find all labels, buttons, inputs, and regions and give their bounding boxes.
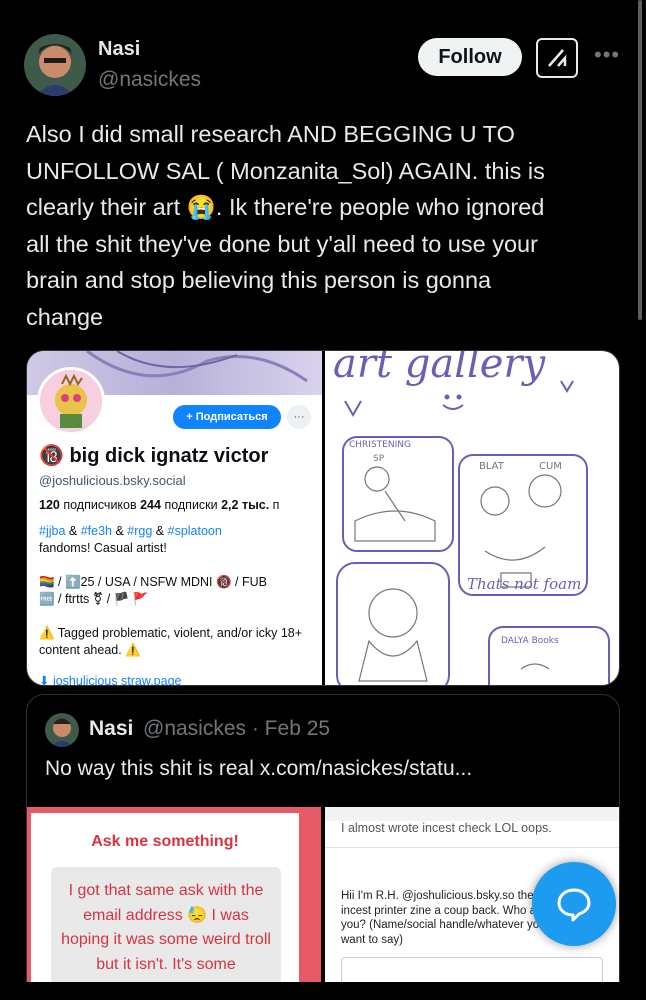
profile-stats: 120 подписчиков 244 подписки 2,2 тыс. п (39, 498, 279, 512)
quote-author-name: Nasi (89, 717, 134, 740)
incest-header (325, 807, 619, 821)
author-avatar[interactable] (24, 34, 86, 96)
comic-label-blat: BLAT (479, 461, 505, 472)
scrollbar[interactable] (638, 0, 642, 320)
ask-title: Ask me something! (91, 833, 239, 850)
media-image-bsky-profile[interactable]: + Подписаться ··· 🔞 big dick ignatz vict… (27, 351, 322, 685)
comic-label-christening: CHRISTENING (349, 440, 411, 450)
followers-label: подписчиков (59, 498, 141, 512)
incest-note: I almost wrote incest check LOL oops. (341, 821, 552, 835)
chat-bubble-icon[interactable] (532, 862, 616, 946)
following-label: подписки (160, 498, 222, 512)
profile-display-name: 🔞 big dick ignatz victor (39, 445, 269, 467)
media-grid[interactable]: + Подписаться ··· 🔞 big dick ignatz vict… (26, 350, 620, 686)
comic-drawing: CHRISTENING SP BLAT CUM Thats not foam D… (336, 380, 610, 685)
author-handle[interactable]: @nasickes (98, 68, 201, 92)
quote-author-handle-date: @nasickes · Feb 25 (143, 717, 331, 740)
profile-more-icon[interactable]: ··· (287, 405, 311, 429)
comic-label-sp: SP (373, 454, 385, 464)
more-horizontal-icon[interactable]: ••• (594, 42, 620, 68)
comic-caption: Thats not foam (467, 575, 581, 593)
profile-bio: #jjba & #fe3h & #rgg & #splatoon fandoms… (39, 523, 315, 659)
bio-amp: & (65, 524, 81, 538)
profile-avatar (37, 367, 105, 435)
ask-card: Ask me something! I got that same ask wi… (31, 813, 299, 1000)
bio-amp: & (112, 524, 128, 538)
bio-tag-jjba: #jjba (39, 524, 66, 538)
bio-line-3: 🏳️‍🌈 / ⬆️25 / USA / NSFW MDNI 🔞 / FUB (39, 575, 267, 589)
followers-count: 120 (39, 498, 60, 512)
posts-label: п (269, 498, 280, 512)
grok-icon[interactable] (536, 38, 578, 78)
bio-amp: & (152, 524, 168, 538)
bio-line-5: ⚠️ Tagged problematic, violent, and/or i… (39, 626, 303, 657)
following-count: 244 (140, 498, 161, 512)
comic-label-dalya: DALYA Books (501, 636, 559, 646)
media-image-art-gallery[interactable]: art gallery CHRISTENING SP BLAT CUM That… (325, 351, 619, 685)
bio-line-tags: #jjba & #fe3h & #rgg & #splatoon (39, 523, 315, 540)
incest-body: Hii I'm R.H. @joshulicious.bsky.so the j… (341, 890, 555, 946)
comic-label-cum: CUM (539, 461, 562, 472)
subscribe-button[interactable]: + Подписаться (173, 405, 281, 429)
post-text: Also I did small research AND BEGGING U … (26, 121, 545, 330)
posts-count: 2,2 тыс. (221, 498, 270, 512)
bottom-edge (0, 982, 646, 1000)
bio-tag-splatoon: #splatoon (167, 524, 222, 538)
profile-handle: @joshulicious.bsky.social (39, 473, 186, 488)
bio-tag-fe3h: #fe3h (80, 524, 112, 538)
divider (325, 847, 619, 848)
quoted-post[interactable]: Nasi @nasickes · Feb 25 No way this shit… (26, 694, 620, 1000)
quote-image-ask[interactable]: Ask me something! I got that same ask wi… (27, 807, 321, 1000)
ask-message: I got that same ask with the email addre… (51, 867, 281, 1000)
post-header: Nasi @nasickes Follow ••• (24, 34, 624, 98)
profile-link[interactable]: ⬇ joshulicious straw.page (39, 673, 182, 685)
bio-line-2: fandoms! Casual artist! (39, 541, 167, 555)
bio-tag-rgg: #rgg (127, 524, 153, 538)
bio-line-4: 🆓 / ftrtts ⚧ / 🏴 🚩 (39, 592, 149, 606)
author-name[interactable]: Nasi (98, 38, 140, 61)
follow-button[interactable]: Follow (418, 38, 522, 76)
quote-author-avatar (45, 713, 79, 747)
quote-text: No way this shit is real x.com/nasickes/… (45, 757, 473, 780)
